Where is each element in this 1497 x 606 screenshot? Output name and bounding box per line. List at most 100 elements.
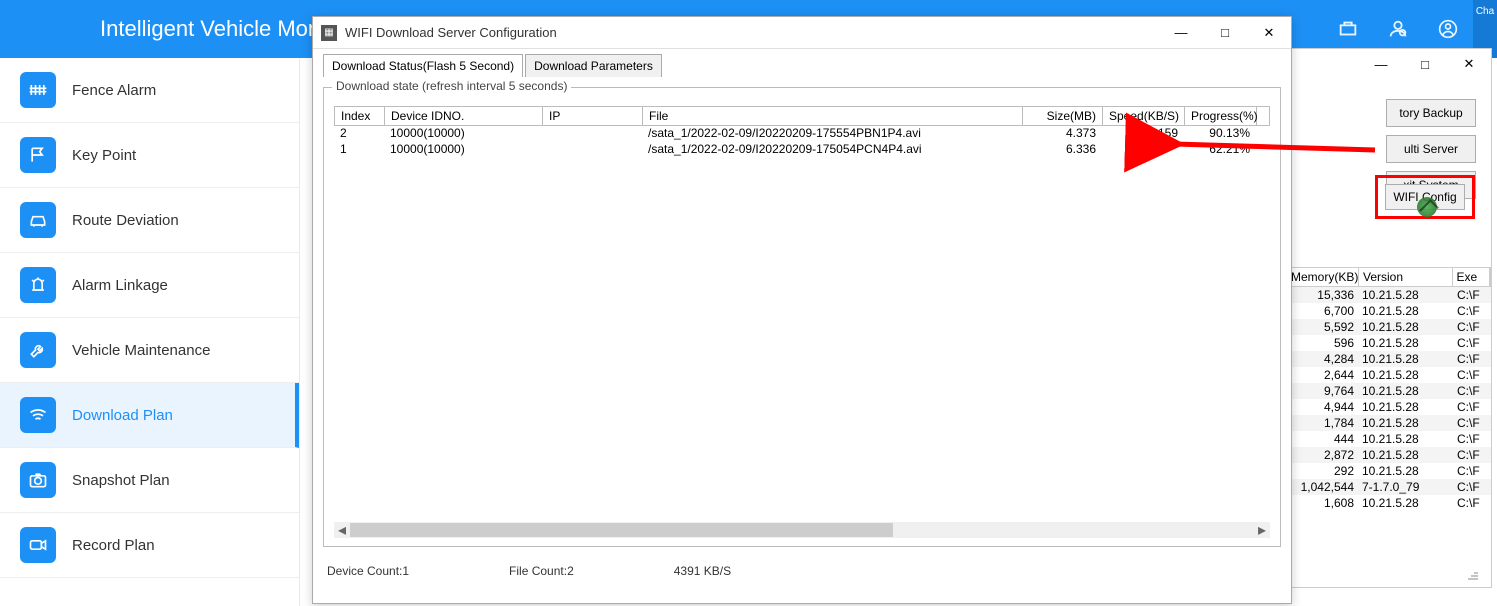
cell-ip (542, 126, 642, 142)
wifi-config-button[interactable]: WIFI Config (1385, 184, 1465, 210)
download-state-group: Download state (refresh interval 5 secon… (323, 87, 1281, 547)
dialog-titlebar[interactable]: ▦ WIFI Download Server Configuration — □… (313, 17, 1291, 49)
sidebar-item-label: Snapshot Plan (72, 472, 170, 489)
col-header-exe[interactable]: Exe (1453, 268, 1491, 286)
cell-device: 10000(10000) (384, 126, 542, 142)
cell-progress: 90.13% (1184, 126, 1256, 142)
sidebar-item-fence-alarm[interactable]: Fence Alarm (0, 58, 299, 123)
col-header-size[interactable]: Size(MB) (1023, 107, 1103, 125)
table-row[interactable]: 5,592 10.21.5.28 C:\F (1286, 319, 1491, 335)
table-row[interactable]: 6,700 10.21.5.28 C:\F (1286, 303, 1491, 319)
sidebar-item-label: Alarm Linkage (72, 277, 168, 294)
cell-version: 10.21.5.28 (1358, 351, 1453, 367)
bgwin-minimize-button[interactable]: — (1359, 49, 1403, 79)
col-header-version[interactable]: Version (1359, 268, 1453, 286)
wifi-icon (20, 397, 56, 433)
scroll-thumb[interactable] (350, 523, 893, 537)
table-row[interactable]: 1,784 10.21.5.28 C:\F (1286, 415, 1491, 431)
dialog-maximize-button[interactable]: □ (1203, 17, 1247, 49)
sidebar-item-download-plan[interactable]: Download Plan (0, 383, 299, 448)
camera-icon (20, 462, 56, 498)
cell-memory: 2,644 (1286, 367, 1358, 383)
table-row[interactable]: 444 10.21.5.28 C:\F (1286, 431, 1491, 447)
wrench-icon (20, 332, 56, 368)
process-table: Memory(KB) Version Exe 15,336 10.21.5.28… (1286, 267, 1491, 511)
cell-exe: C:\F (1453, 447, 1491, 463)
cell-progress: 62.21% (1184, 142, 1256, 158)
dialog-minimize-button[interactable]: — (1159, 17, 1203, 49)
table-row[interactable]: 1,042,544 7-1.7.0_79 C:\F (1286, 479, 1491, 495)
sidebar-item-key-point[interactable]: Key Point (0, 123, 299, 188)
table-row[interactable]: 2,644 10.21.5.28 C:\F (1286, 367, 1491, 383)
sidebar-item-snapshot-plan[interactable]: Snapshot Plan (0, 448, 299, 513)
col-header-ip[interactable]: IP (543, 107, 643, 125)
cell-memory: 292 (1286, 463, 1358, 479)
cell-memory: 5,592 (1286, 319, 1358, 335)
table-row[interactable]: 9,764 10.21.5.28 C:\F (1286, 383, 1491, 399)
cell-memory: 4,284 (1286, 351, 1358, 367)
cell-file: /sata_1/2022-02-09/I20220209-175554PBN1P… (642, 126, 1022, 142)
horizontal-scrollbar[interactable]: ◂ ▸ (334, 522, 1270, 538)
sidebar-item-vehicle-maintenance[interactable]: Vehicle Maintenance (0, 318, 299, 383)
cell-speed (1102, 142, 1184, 158)
sidebar-item-label: Route Deviation (72, 212, 179, 229)
cell-memory: 9,764 (1286, 383, 1358, 399)
table-row[interactable]: 2 10000(10000) /sata_1/2022-02-09/I20220… (334, 126, 1270, 142)
dialog-close-button[interactable]: ✕ (1247, 17, 1291, 49)
col-header-progress[interactable]: Progress(%) (1185, 107, 1257, 125)
col-header-device[interactable]: Device IDNO. (385, 107, 543, 125)
table-row[interactable]: 15,336 10.21.5.28 C:\F (1286, 287, 1491, 303)
cell-device: 10000(10000) (384, 142, 542, 158)
footer-speed: 4391 KB/S (674, 564, 731, 578)
cell-memory: 1,784 (1286, 415, 1358, 431)
col-header-speed[interactable]: Speed(KB/S) (1103, 107, 1185, 125)
sidebar-item-alarm-linkage[interactable]: Alarm Linkage (0, 253, 299, 318)
scroll-left-icon[interactable]: ◂ (334, 522, 350, 538)
col-header-file[interactable]: File (643, 107, 1023, 125)
cell-index: 1 (334, 142, 384, 158)
cell-exe: C:\F (1453, 495, 1491, 511)
scroll-right-icon[interactable]: ▸ (1254, 522, 1270, 538)
bgwin-resize-grip-icon[interactable] (1457, 566, 1489, 582)
table-row[interactable]: 2,872 10.21.5.28 C:\F (1286, 447, 1491, 463)
cell-file: /sata_1/2022-02-09/I20220209-175054PCN4P… (642, 142, 1022, 158)
cell-exe: C:\F (1453, 303, 1491, 319)
cell-version: 7-1.7.0_79 (1358, 479, 1453, 495)
dialog-app-icon: ▦ (321, 25, 337, 41)
cell-exe: C:\F (1453, 367, 1491, 383)
cell-version: 10.21.5.28 (1358, 463, 1453, 479)
table-row[interactable]: 596 10.21.5.28 C:\F (1286, 335, 1491, 351)
download-grid-header: Index Device IDNO. IP File Size(MB) Spee… (334, 106, 1270, 126)
cell-memory: 15,336 (1286, 287, 1358, 303)
sidebar-item-label: Key Point (72, 147, 136, 164)
cell-memory: 6,700 (1286, 303, 1358, 319)
table-row[interactable]: 1 10000(10000) /sata_1/2022-02-09/I20220… (334, 142, 1270, 158)
tab-download-status[interactable]: Download Status(Flash 5 Second) (323, 54, 523, 77)
bgwin-maximize-button[interactable]: □ (1403, 49, 1447, 79)
col-header-index[interactable]: Index (335, 107, 385, 125)
cell-version: 10.21.5.28 (1358, 319, 1453, 335)
col-header-memory[interactable]: Memory(KB) (1287, 268, 1359, 286)
siren-icon (20, 267, 56, 303)
sidebar-item-record-plan[interactable]: Record Plan (0, 513, 299, 578)
cell-version: 10.21.5.28 (1358, 447, 1453, 463)
cell-exe: C:\F (1453, 287, 1491, 303)
cell-version: 10.21.5.28 (1358, 431, 1453, 447)
cell-exe: C:\F (1453, 319, 1491, 335)
cell-version: 10.21.5.28 (1358, 287, 1453, 303)
cell-index: 2 (334, 126, 384, 142)
table-row[interactable]: 292 10.21.5.28 C:\F (1286, 463, 1491, 479)
table-row[interactable]: 1,608 10.21.5.28 C:\F (1286, 495, 1491, 511)
tab-download-parameters[interactable]: Download Parameters (525, 54, 662, 77)
footer-device-count: Device Count:1 (327, 564, 409, 578)
multi-server-button[interactable]: ulti Server (1386, 135, 1476, 163)
table-row[interactable]: 4,944 10.21.5.28 C:\F (1286, 399, 1491, 415)
cell-size: 4.373 (1022, 126, 1102, 142)
flag-icon (20, 137, 56, 173)
sidebar-item-route-deviation[interactable]: Route Deviation (0, 188, 299, 253)
history-backup-button[interactable]: tory Backup (1386, 99, 1476, 127)
table-row[interactable]: 4,284 10.21.5.28 C:\F (1286, 351, 1491, 367)
bgwin-close-button[interactable]: ✕ (1447, 49, 1491, 79)
cell-version: 10.21.5.28 (1358, 495, 1453, 511)
cell-speed: 2159 (1102, 126, 1184, 142)
